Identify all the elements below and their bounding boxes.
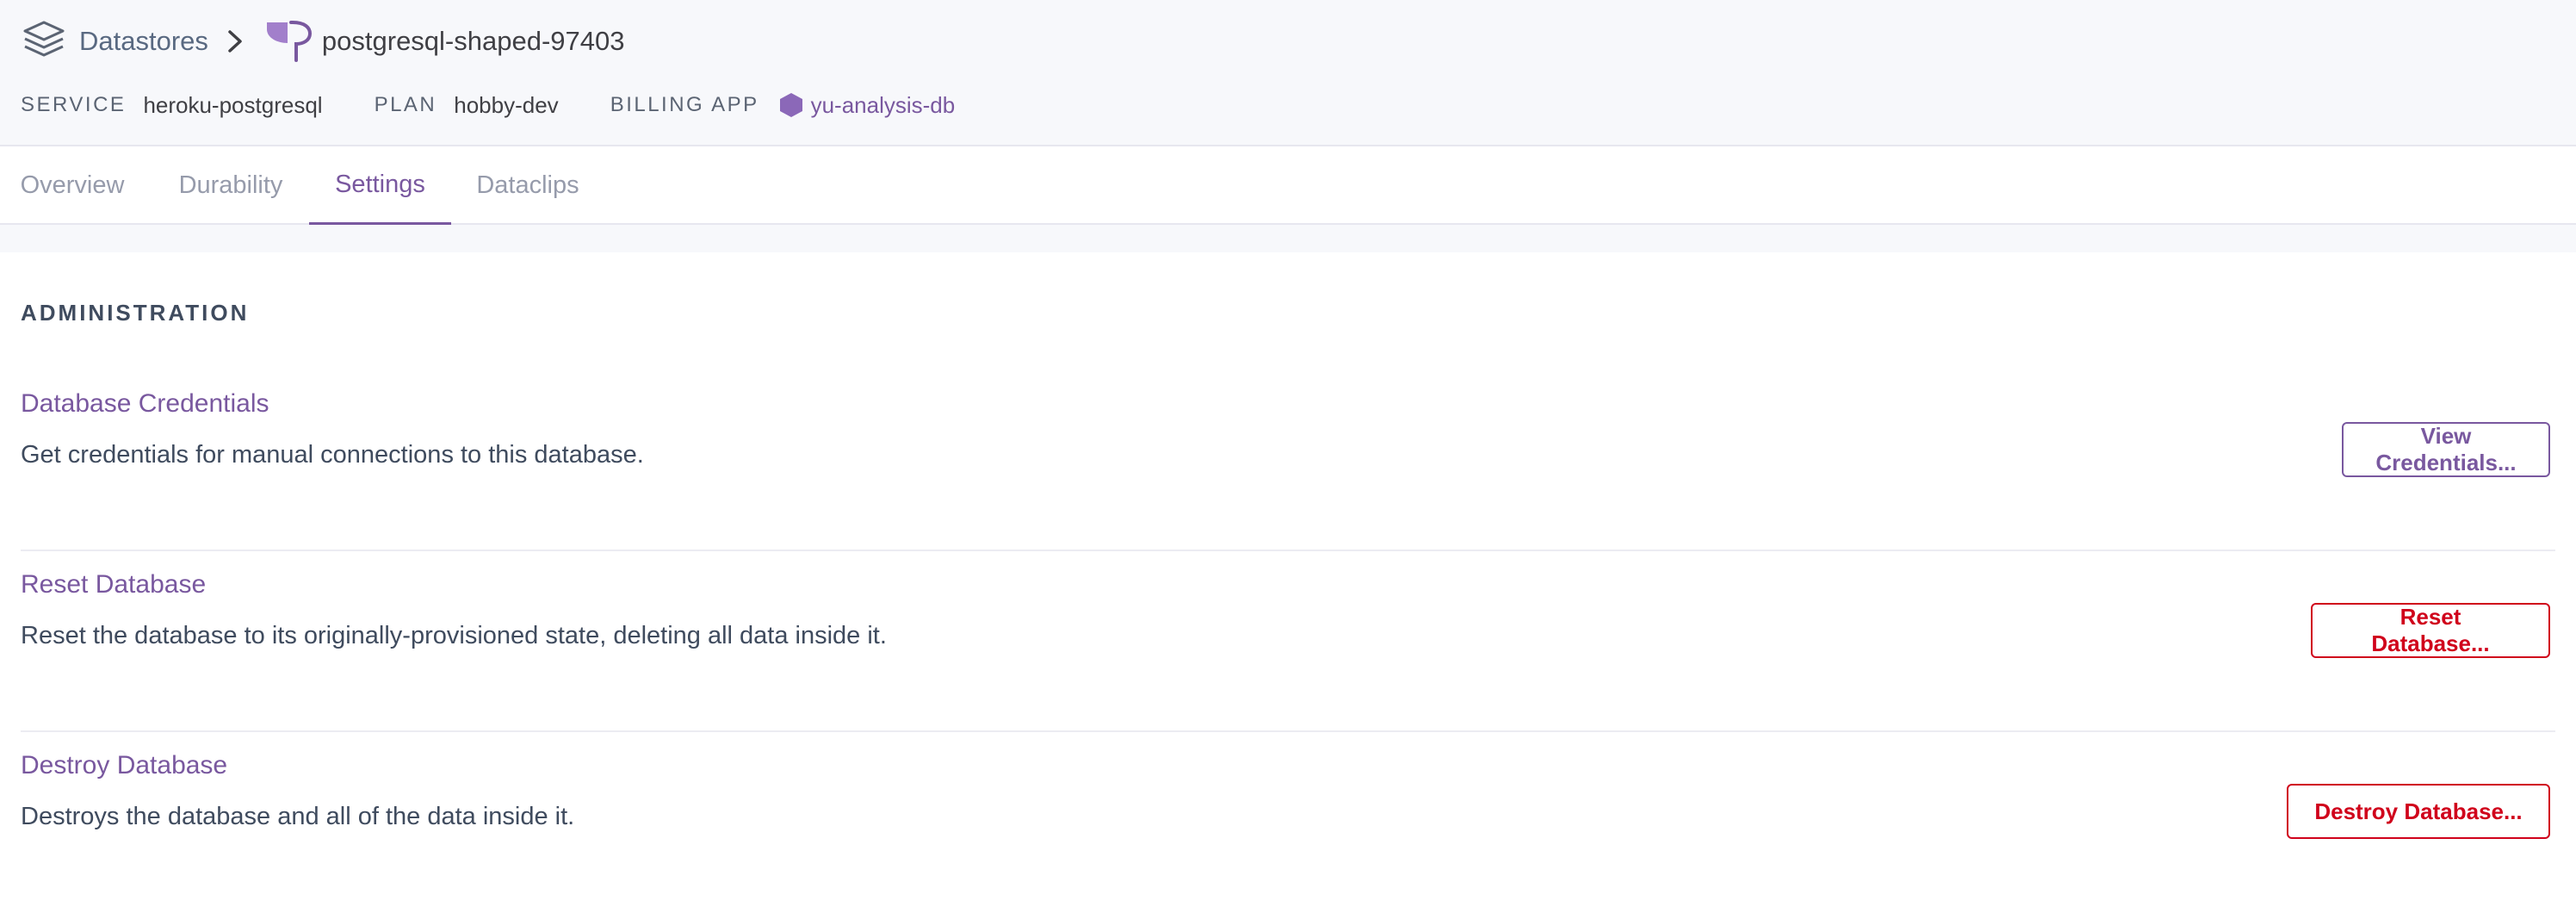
plan-label: PLAN (374, 93, 437, 116)
administration-heading: ADMINISTRATION (21, 300, 250, 326)
app-hexagon-icon (779, 93, 802, 117)
resource-meta: SERVICE heroku-postgresql PLAN hobby-dev… (21, 86, 955, 124)
view-credentials-button[interactable]: View Credentials... (2342, 422, 2550, 477)
resource-header: Datastores postgresql-shaped-97403 SERVI… (0, 0, 2576, 146)
tab-settings[interactable]: Settings (309, 146, 451, 225)
breadcrumb-datastores-link[interactable]: Datastores (79, 26, 208, 57)
reset-database-title: Reset Database (21, 570, 207, 599)
plan-value: hobby-dev (454, 91, 559, 118)
billing-app-label: BILLING APP (610, 93, 759, 116)
database-credentials-description: Get credentials for manual connections t… (21, 441, 644, 469)
tab-durability[interactable]: Durability (176, 146, 286, 225)
destroy-database-title: Destroy Database (21, 751, 228, 779)
tab-overview[interactable]: Overview (21, 146, 125, 225)
service-label: SERVICE (21, 93, 127, 116)
chevron-right-icon (228, 30, 242, 53)
reset-database-row: Reset Database Reset the database to its… (21, 551, 2555, 732)
resource-name: postgresql-shaped-97403 (321, 26, 625, 56)
reset-database-button[interactable]: Reset Database... (2311, 603, 2550, 658)
destroy-database-row: Destroy Database Destroys the database a… (21, 732, 2555, 913)
database-credentials-row: Database Credentials Get credentials for… (21, 370, 2555, 551)
tab-bar: Overview Durability Settings Dataclips (0, 146, 2576, 225)
billing-app-link[interactable]: yu-analysis-db (811, 92, 956, 119)
destroy-database-button[interactable]: Destroy Database... (2287, 784, 2550, 839)
destroy-database-description: Destroys the database and all of the dat… (21, 803, 575, 830)
postgres-elephant-icon (266, 21, 312, 62)
content-separator-band (0, 225, 2576, 252)
tab-dataclips[interactable]: Dataclips (476, 146, 579, 225)
database-credentials-title: Database Credentials (21, 389, 269, 418)
breadcrumb: Datastores postgresql-shaped-97403 (21, 17, 625, 65)
reset-database-description: Reset the database to its originally-pro… (21, 622, 887, 649)
datastores-stack-icon[interactable] (21, 17, 67, 65)
service-value: heroku-postgresql (143, 91, 323, 118)
